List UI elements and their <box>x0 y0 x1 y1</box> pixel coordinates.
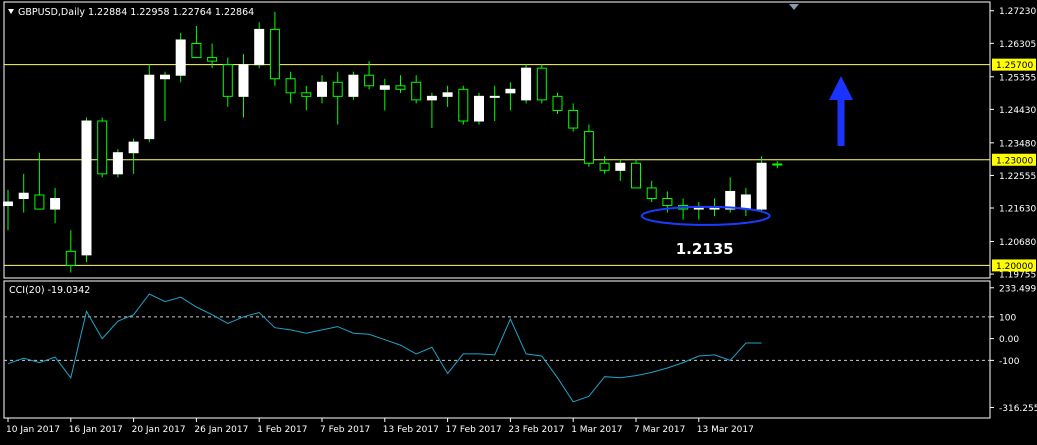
candle-body-bull <box>521 67 532 101</box>
candle-body-bear <box>65 250 76 266</box>
candle-body-bull <box>426 95 437 101</box>
candle-body-bull <box>50 198 61 210</box>
candle-body-bear <box>536 67 547 101</box>
time-tick-label: 20 Jan 2017 <box>132 425 186 435</box>
horizontal-levels: 1.25700 1.23000 1.20000 <box>4 58 1036 272</box>
symbol-header: GBPUSD,Daily 1.22884 1.22958 1.22764 1.2… <box>18 7 254 18</box>
candle-body-bull <box>128 141 139 154</box>
candle-body-bear <box>662 198 673 207</box>
candle-body-bull <box>317 81 327 97</box>
menu-triangle-icon[interactable] <box>8 9 14 14</box>
candle-body-bear <box>332 81 343 97</box>
candle-body-bull <box>238 64 249 97</box>
candle-body-bull <box>81 120 92 256</box>
candle-body-bull <box>379 85 390 90</box>
support-ellipse <box>640 205 771 226</box>
up-arrow-head-icon <box>829 76 853 100</box>
price-tick-label: 1.24430 <box>999 106 1036 116</box>
cci-tick-label: 100 <box>999 313 1016 323</box>
level-label: 1.25700 <box>996 61 1033 71</box>
candle-body-bear <box>285 78 296 94</box>
price-axis: 1.27230 1.26305 1.25355 1.24430 1.23480 1.225… <box>990 7 1036 281</box>
time-tick-label: 16 Jan 2017 <box>69 425 123 435</box>
candle-body-bull <box>175 39 186 76</box>
candle-body-bull <box>3 201 13 207</box>
time-tick-label: 10 Jan 2017 <box>6 425 60 435</box>
candle-body-bear <box>364 74 375 87</box>
candle-body-bull <box>144 74 155 140</box>
price-tick-label: 1.20680 <box>999 238 1036 248</box>
candle-body-bear <box>34 194 45 210</box>
candle-body-bear <box>301 92 312 97</box>
level-label: 1.23000 <box>996 156 1033 166</box>
candle-body-bear <box>191 43 202 59</box>
candle-body-bear <box>552 95 563 111</box>
candle-body-bear <box>207 57 218 62</box>
price-tick-label: 1.27230 <box>999 7 1036 17</box>
candle-body-bull <box>18 192 29 200</box>
candle-body-bull <box>756 162 767 210</box>
time-tick-label: 26 Jan 2017 <box>194 425 248 435</box>
candle-body-bull <box>474 95 484 122</box>
candle-body-bear <box>97 120 108 175</box>
chart-root: 1.27230 1.26305 1.25355 1.24430 1.23480 1.225… <box>0 0 1037 441</box>
support-label: 1.2135 <box>676 240 734 258</box>
time-tick-label: 1 Feb 2017 <box>257 425 307 435</box>
candle-body-bear <box>395 85 406 90</box>
candle-body-bull <box>505 88 516 94</box>
candle-body-bull <box>160 74 170 80</box>
annotations: 1.2135 <box>640 76 853 258</box>
candle-body-bull <box>615 162 626 171</box>
price-tick-label: 1.19755 <box>999 271 1036 281</box>
time-axis: 10 Jan 2017 16 Jan 2017 20 Jan 2017 26 Jan … <box>6 418 754 435</box>
cci-tick-label: -100 <box>999 357 1020 367</box>
candle-body-bear <box>269 28 280 80</box>
chart-svg: 1.27230 1.26305 1.25355 1.24430 1.23480 1.225… <box>3 1 1037 435</box>
candle-body-bull <box>112 152 123 175</box>
candle-body-bear <box>411 81 422 101</box>
level-label: 1.20000 <box>996 262 1033 272</box>
shift-marker-icon[interactable] <box>789 4 799 10</box>
candle-body-bull <box>740 194 751 210</box>
candle-body-bull <box>348 74 359 97</box>
time-tick-label: 7 Mar 2017 <box>634 425 685 435</box>
cci-axis: 233.499 100 0.00 -100 -316.2554 <box>4 284 1037 414</box>
cci-series <box>7 293 762 403</box>
candle-body-bear <box>631 162 641 189</box>
candle-body-bear <box>568 109 579 129</box>
candle-body-bear <box>599 162 610 171</box>
time-tick-label: 17 Feb 2017 <box>446 425 502 435</box>
price-tick-label: 1.22555 <box>999 172 1036 182</box>
price-tick-label: 1.21630 <box>999 205 1036 215</box>
time-tick-label: 7 Feb 2017 <box>320 425 370 435</box>
price-tick-label: 1.25355 <box>999 73 1036 83</box>
candles <box>3 11 783 273</box>
candle-body-bear <box>772 163 783 166</box>
candle-body-bear <box>222 64 233 97</box>
time-tick-label: 23 Feb 2017 <box>508 425 564 435</box>
cci-line <box>7 293 762 403</box>
cci-tick-label: 233.499 <box>999 284 1036 294</box>
time-tick-label: 1 Mar 2017 <box>571 425 622 435</box>
candle-body-bull <box>254 28 265 66</box>
price-tick-label: 1.23480 <box>999 139 1036 149</box>
time-tick-label: 13 Mar 2017 <box>697 425 754 435</box>
cci-tick-label: -316.2554 <box>999 404 1037 414</box>
price-tick-label: 1.26305 <box>999 40 1036 50</box>
candle-body-bear <box>583 131 594 164</box>
candle-body-bull <box>489 95 500 98</box>
time-tick-label: 13 Feb 2017 <box>383 425 439 435</box>
candle-body-bear <box>458 88 469 122</box>
cci-header: CCI(20) -19.0342 <box>9 285 90 296</box>
candle-body-bear <box>646 187 657 200</box>
candle-body-bull <box>442 92 453 97</box>
cci-tick-label: 0.00 <box>999 335 1019 345</box>
